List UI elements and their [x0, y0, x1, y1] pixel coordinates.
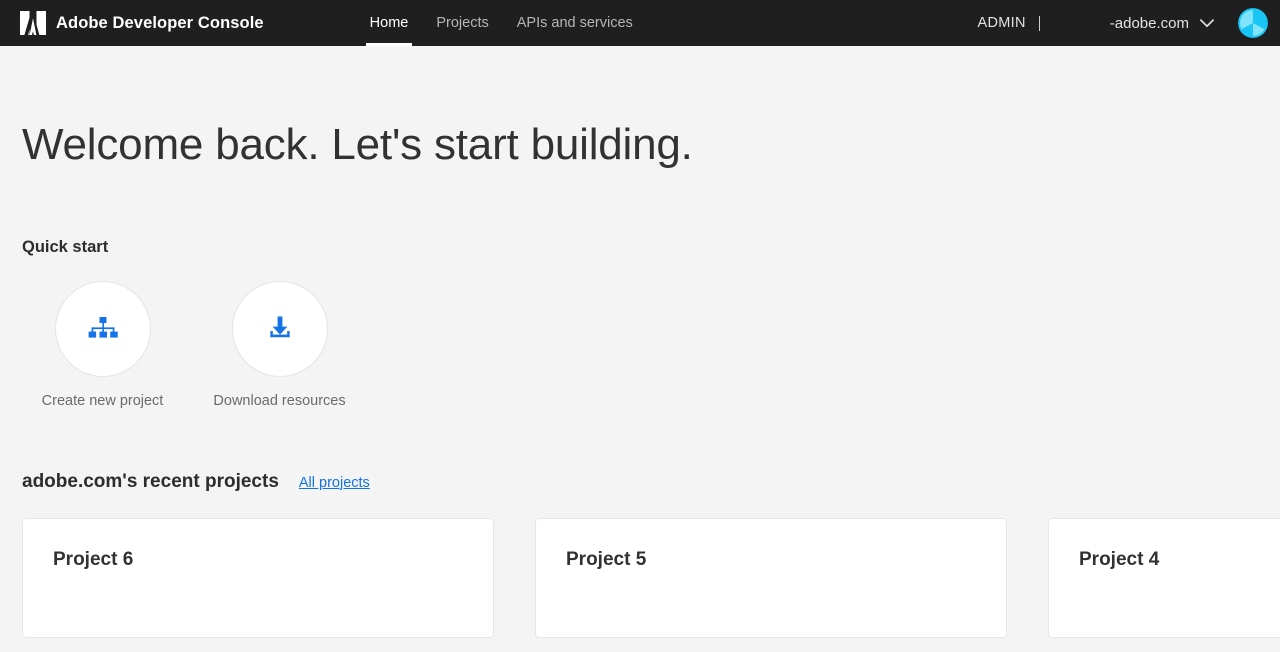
download-resources-button[interactable] [231, 280, 328, 377]
admin-label: ADMIN [977, 15, 1026, 31]
create-new-project-button[interactable] [54, 280, 151, 377]
avatar[interactable] [1238, 8, 1268, 38]
create-new-project-label: Create new project [41, 392, 164, 409]
header-right: ADMIN -adobe.com [978, 0, 1280, 46]
project-card-title: Project 5 [566, 548, 647, 570]
download-resources-label: Download resources [213, 392, 346, 409]
quick-start-download-resources[interactable]: Download resources [191, 280, 368, 409]
nav-item-apis-and-services[interactable]: APIs and services [503, 0, 647, 46]
all-projects-link[interactable]: All projects [299, 475, 370, 491]
project-card[interactable]: Project 4 [1048, 517, 1280, 638]
download-icon [269, 316, 290, 337]
app-header: Adobe Developer Console Home Projects AP… [0, 0, 1280, 46]
main-nav: Home Projects APIs and services [356, 0, 647, 46]
page-title: Welcome back. Let's start building. [22, 120, 693, 169]
project-card[interactable]: Project 5 [535, 517, 1007, 638]
sitemap-icon [88, 316, 118, 338]
project-card-title: Project 6 [53, 548, 134, 570]
org-selector[interactable]: -adobe.com [1110, 15, 1214, 32]
header-divider [1038, 15, 1040, 31]
quick-start-create-new-project[interactable]: Create new project [14, 280, 191, 409]
org-name: -adobe.com [1109, 14, 1189, 32]
brand-title: Adobe Developer Console [56, 13, 264, 32]
project-card-title: Project 4 [1079, 548, 1160, 570]
brand[interactable]: Adobe Developer Console [20, 0, 264, 46]
recent-projects-list: Project 6 Project 5 Project 4 [22, 517, 1280, 638]
chevron-down-icon [1200, 18, 1214, 27]
page-content: Welcome back. Let's start building. Quic… [0, 46, 1280, 638]
adobe-logo-icon [20, 11, 46, 35]
nav-item-projects[interactable]: Projects [422, 0, 502, 46]
recent-projects-title: adobe.com's recent projects [22, 470, 279, 492]
admin-badge[interactable]: ADMIN [978, 15, 1040, 31]
quick-start-heading: Quick start [22, 237, 109, 256]
nav-item-home[interactable]: Home [356, 0, 423, 46]
recent-projects-header: adobe.com's recent projects All projects [22, 409, 1280, 493]
project-card[interactable]: Project 6 [22, 517, 494, 638]
quick-start-tiles: Create new project Download resources [22, 280, 1280, 409]
